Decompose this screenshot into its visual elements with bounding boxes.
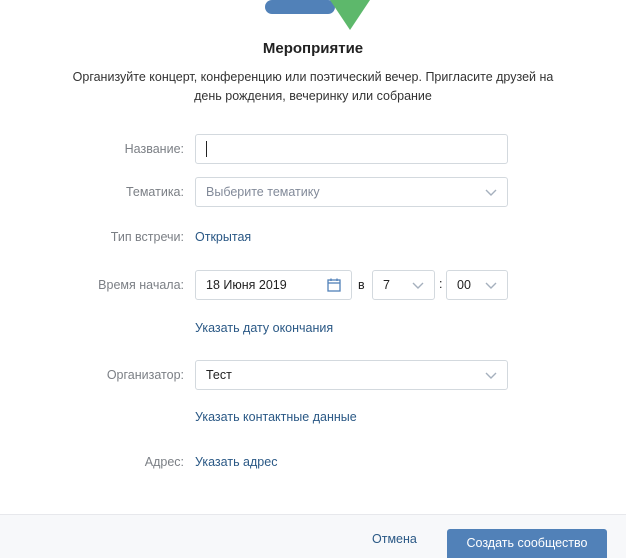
create-community-button[interactable]: Создать сообщество bbox=[447, 529, 607, 558]
illustration-blue-bar bbox=[265, 0, 335, 14]
start-time-label: Время начала: bbox=[98, 278, 184, 292]
page-title: Мероприятие bbox=[262, 40, 364, 57]
topic-placeholder: Выберите тематику bbox=[206, 185, 320, 199]
illustration-green-triangle bbox=[330, 0, 370, 30]
set-contacts-link[interactable]: Указать контактные данные bbox=[195, 402, 357, 432]
organizer-row: Организатор: Тест bbox=[0, 360, 626, 390]
event-illustration bbox=[265, 0, 370, 30]
chevron-down-icon bbox=[412, 282, 424, 289]
organizer-value: Тест bbox=[206, 368, 232, 382]
start-time-row: Время начала: 18 Июня 2019 в 7 : 00 bbox=[0, 270, 626, 300]
address-row: Адрес: Указать адрес bbox=[0, 447, 626, 477]
name-row: Название: bbox=[0, 134, 626, 164]
dialog-footer: Отмена Создать сообщество bbox=[0, 514, 626, 558]
text-cursor bbox=[206, 141, 207, 157]
date-picker[interactable]: 18 Июня 2019 bbox=[195, 270, 352, 300]
set-address-link[interactable]: Указать адрес bbox=[195, 447, 277, 477]
hour-value: 7 bbox=[383, 278, 390, 292]
organizer-select[interactable]: Тест bbox=[195, 360, 508, 390]
cancel-button[interactable]: Отмена bbox=[372, 532, 417, 546]
time-colon: : bbox=[439, 277, 443, 291]
topic-select[interactable]: Выберите тематику bbox=[195, 177, 508, 207]
time-preposition: в bbox=[358, 278, 365, 292]
page-description: Организуйте концерт, конференцию или поэ… bbox=[72, 70, 554, 103]
address-label: Адрес: bbox=[144, 455, 184, 469]
minute-value: 00 bbox=[457, 278, 471, 292]
name-input[interactable] bbox=[195, 134, 508, 164]
topic-row: Тематика: Выберите тематику bbox=[0, 177, 626, 207]
calendar-icon[interactable] bbox=[327, 278, 341, 292]
date-value: 18 Июня 2019 bbox=[206, 278, 287, 292]
organizer-label: Организатор: bbox=[106, 368, 184, 382]
minute-select[interactable]: 00 bbox=[446, 270, 508, 300]
chevron-down-icon bbox=[485, 372, 497, 379]
meeting-type-link[interactable]: Открытая bbox=[195, 222, 251, 252]
topic-label: Тематика: bbox=[125, 185, 184, 199]
hour-select[interactable]: 7 bbox=[372, 270, 435, 300]
name-label: Название: bbox=[124, 142, 184, 156]
set-end-date-link[interactable]: Указать дату окончания bbox=[195, 313, 333, 343]
chevron-down-icon bbox=[485, 282, 497, 289]
chevron-down-icon bbox=[485, 189, 497, 196]
meeting-type-row: Тип встречи: Открытая bbox=[0, 222, 626, 252]
meeting-type-label: Тип встречи: bbox=[110, 230, 184, 244]
